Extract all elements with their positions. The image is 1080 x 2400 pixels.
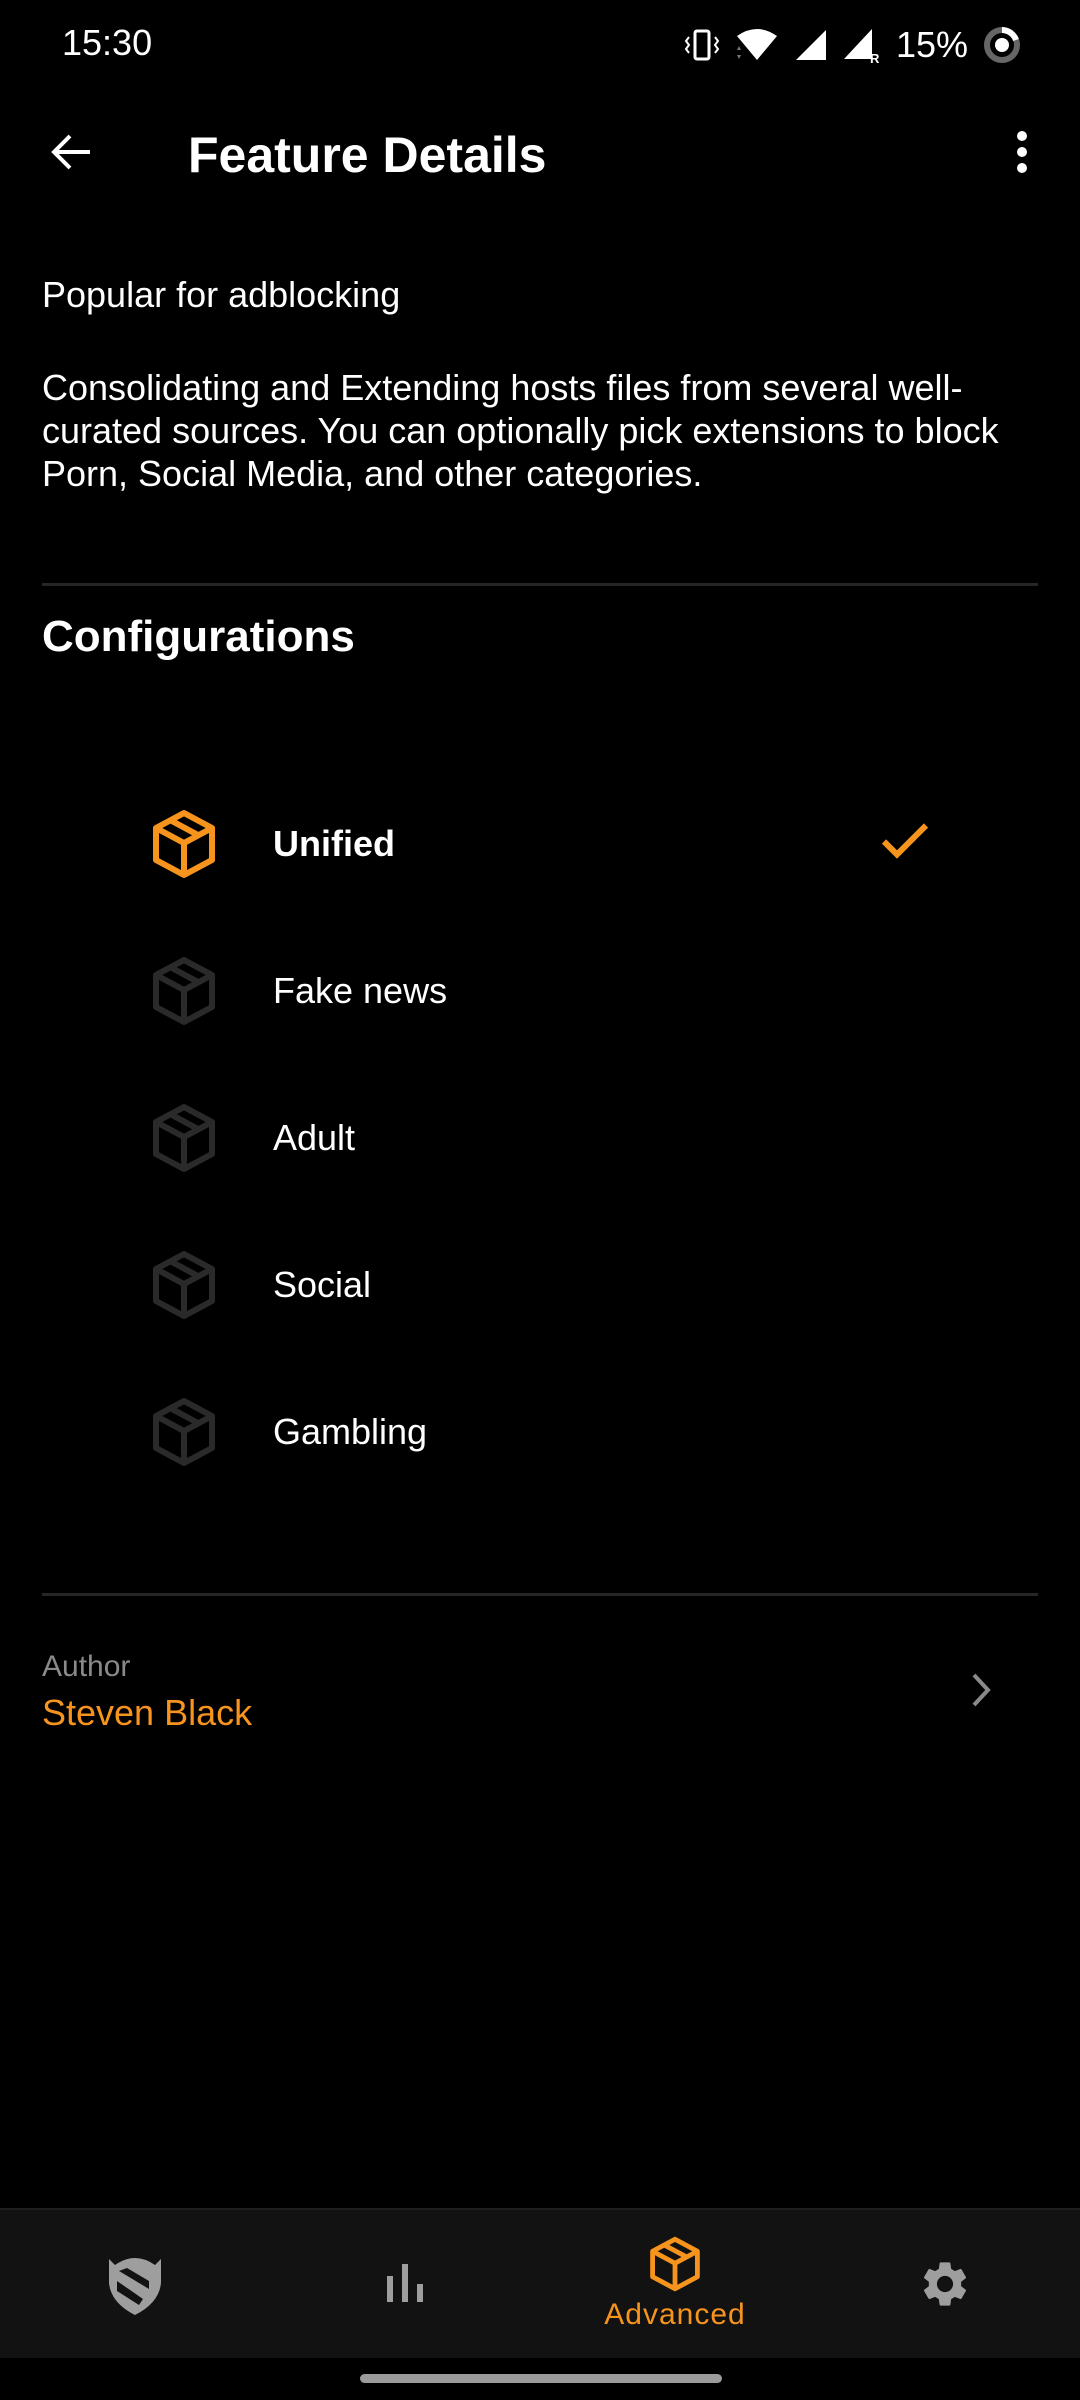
more-vert-icon — [1017, 131, 1027, 173]
check-icon — [880, 821, 930, 866]
config-label: Gambling — [273, 1410, 428, 1452]
signal-icon — [794, 28, 828, 62]
config-item-gambling[interactable]: Gambling — [130, 1358, 950, 1505]
feature-description: Consolidating and Extending hosts files … — [42, 367, 999, 494]
nav-item-settings[interactable] — [810, 2210, 1080, 2358]
arrow-left-icon — [51, 134, 90, 170]
package-icon — [144, 1392, 224, 1472]
shield-icon — [109, 2258, 161, 2315]
home-indicator[interactable] — [360, 2374, 722, 2383]
vibrate-icon — [684, 28, 720, 62]
feature-subtitle: Popular for adblocking — [42, 274, 401, 315]
author-name[interactable]: Steven Black — [42, 1692, 252, 1734]
chevron-right-icon — [970, 1672, 994, 1713]
bottom-navigation: Advanced — [0, 2208, 1080, 2358]
package-icon — [144, 1245, 224, 1325]
divider — [42, 1593, 1038, 1596]
divider — [42, 583, 1038, 586]
page-title: Feature Details — [188, 127, 547, 183]
nav-label-advanced: Advanced — [604, 2298, 746, 2331]
status-time: 15:30 — [62, 22, 153, 63]
author-label: Author — [42, 1650, 131, 1683]
config-label: Unified — [273, 822, 395, 864]
nav-item-stats[interactable] — [270, 2210, 540, 2358]
package-icon — [650, 2236, 700, 2292]
bar-chart-icon — [387, 2264, 423, 2302]
nav-item-home[interactable] — [0, 2210, 270, 2358]
status-icons: R 15% — [684, 20, 1022, 70]
package-icon — [144, 804, 224, 884]
nav-item-advanced[interactable]: Advanced — [540, 2210, 810, 2358]
package-icon — [144, 1098, 224, 1178]
wifi-icon — [734, 28, 780, 62]
config-item-fake-news[interactable]: Fake news — [130, 917, 950, 1064]
signal-roaming-icon: R — [842, 27, 882, 63]
config-label: Adult — [273, 1116, 356, 1158]
package-icon — [144, 951, 224, 1031]
more-options-button[interactable] — [1000, 120, 1044, 184]
svg-text:R: R — [870, 51, 880, 63]
config-label: Social — [273, 1263, 372, 1305]
config-item-adult[interactable]: Adult — [130, 1064, 950, 1211]
battery-saver-icon — [982, 25, 1022, 65]
config-item-unified[interactable]: Unified — [130, 770, 950, 917]
config-label: Fake news — [273, 969, 448, 1011]
back-button[interactable] — [40, 120, 104, 184]
battery-percent: 15% — [895, 24, 968, 65]
gear-icon — [923, 2262, 967, 2306]
configurations-title: Configurations — [42, 612, 355, 661]
author-row[interactable]: Author Steven Black — [0, 1620, 1080, 1760]
config-item-social[interactable]: Social — [130, 1211, 950, 1358]
configurations-list: Unified Fake news Adult Social Gambling — [130, 770, 950, 1505]
